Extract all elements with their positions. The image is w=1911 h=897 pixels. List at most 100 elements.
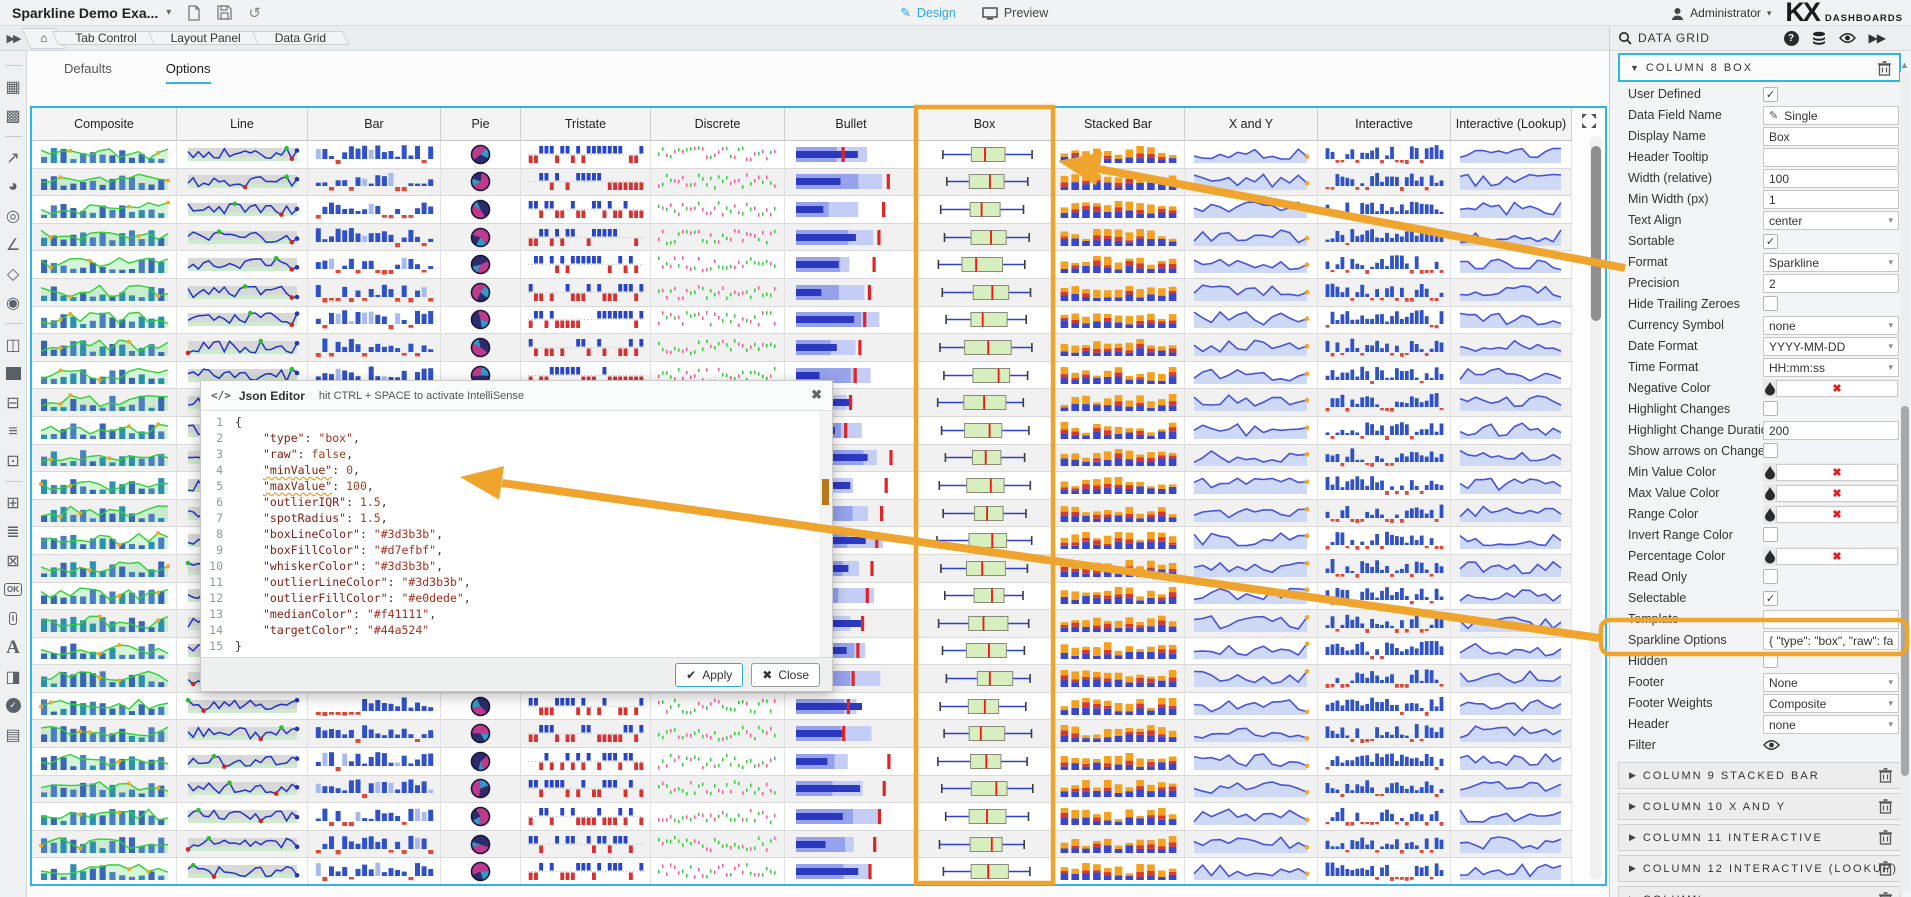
cell-xy-sparkline[interactable] [1185, 858, 1318, 884]
cell-composite-sparkline[interactable] [32, 527, 177, 555]
cell-lookup-sparkline[interactable] [1451, 334, 1572, 362]
cell-box-sparkline[interactable] [918, 831, 1052, 859]
cell-stackedbar-sparkline[interactable] [1052, 693, 1185, 721]
cell-lookup-sparkline[interactable] [1451, 555, 1572, 583]
json-code-editor[interactable]: 1{2"type": "box",3"raw": false,4"minValu… [201, 411, 832, 657]
cell-line-sparkline[interactable] [177, 693, 308, 721]
cell-tristate-sparkline[interactable] [521, 776, 651, 804]
width-relative-input[interactable]: 100 [1763, 169, 1899, 188]
cell-pie-sparkline[interactable] [441, 141, 521, 169]
cell-composite-sparkline[interactable] [32, 362, 177, 390]
column-header-bar[interactable]: Bar [308, 108, 441, 141]
cell-bullet-sparkline[interactable] [785, 141, 918, 169]
undo-button[interactable]: ↺ [248, 4, 261, 22]
cell-box-sparkline[interactable] [918, 224, 1052, 252]
cell-composite-sparkline[interactable] [32, 141, 177, 169]
grid-row[interactable] [32, 693, 1572, 721]
panel-scrollbar[interactable] [1900, 72, 1910, 892]
section-column-9-stacked-bar[interactable]: ▶COLUMN 9 STACKED BAR [1618, 762, 1901, 789]
code-line[interactable]: 12"outlierFillColor": "#e0dede", [201, 590, 832, 606]
cell-interactive-sparkline[interactable] [1318, 858, 1451, 884]
color-swatch[interactable]: ✖ [1776, 464, 1898, 481]
cell-discrete-sparkline[interactable] [651, 693, 785, 721]
invert-range-color-checkbox[interactable] [1763, 527, 1778, 542]
sidebar-expand-icon[interactable]: ▶▶ [0, 32, 26, 45]
selection-group-icon[interactable]: ⊡ [0, 446, 27, 475]
cell-bullet-sparkline[interactable] [785, 169, 918, 197]
cell-lookup-sparkline[interactable] [1451, 362, 1572, 390]
cell-pie-sparkline[interactable] [441, 858, 521, 884]
cell-bar-sparkline[interactable] [308, 196, 441, 224]
cell-box-sparkline[interactable] [918, 527, 1052, 555]
cell-line-sparkline[interactable] [177, 858, 308, 884]
cell-lookup-sparkline[interactable] [1451, 693, 1572, 721]
cell-xy-sparkline[interactable] [1185, 472, 1318, 500]
tab-defaults[interactable]: Defaults [64, 61, 112, 84]
grid-row[interactable] [32, 803, 1572, 831]
cell-composite-sparkline[interactable] [32, 196, 177, 224]
cell-bar-sparkline[interactable] [308, 693, 441, 721]
cell-tristate-sparkline[interactable] [521, 141, 651, 169]
help-icon[interactable]: ? [1784, 31, 1799, 46]
user-menu[interactable]: Administrator ▾ [1671, 6, 1771, 20]
cell-stackedbar-sparkline[interactable] [1052, 251, 1185, 279]
cell-lookup-sparkline[interactable] [1451, 307, 1572, 335]
cell-box-sparkline[interactable] [918, 251, 1052, 279]
check-circle-icon[interactable]: ✓ [0, 691, 27, 720]
precision-input[interactable]: 2 [1763, 274, 1899, 293]
color-swatch[interactable]: ✖ [1776, 485, 1898, 502]
cell-bullet-sparkline[interactable] [785, 693, 918, 721]
cell-discrete-sparkline[interactable] [651, 334, 785, 362]
cell-stackedbar-sparkline[interactable] [1052, 417, 1185, 445]
code-line[interactable]: 3"raw": false, [201, 446, 832, 462]
cell-lookup-sparkline[interactable] [1451, 417, 1572, 445]
cell-xy-sparkline[interactable] [1185, 748, 1318, 776]
cell-interactive-sparkline[interactable] [1318, 583, 1451, 611]
cell-pie-sparkline[interactable] [441, 776, 521, 804]
dashboard-title[interactable]: Sparkline Demo Exa... [12, 5, 158, 21]
cell-box-sparkline[interactable] [918, 693, 1052, 721]
cell-tristate-sparkline[interactable] [521, 748, 651, 776]
column-header-interactive[interactable]: Interactive [1318, 108, 1451, 141]
cell-stackedbar-sparkline[interactable] [1052, 389, 1185, 417]
breadcrumb-item-tab-control[interactable]: Tab Control [55, 31, 156, 45]
min-value-color-picker[interactable]: ✖ [1763, 463, 1899, 482]
cell-composite-sparkline[interactable] [32, 389, 177, 417]
cell-interactive-sparkline[interactable] [1318, 445, 1451, 473]
cell-composite-sparkline[interactable] [32, 831, 177, 859]
panel-scroll-up-icon[interactable]: ▲ [1900, 60, 1909, 70]
grid-row[interactable] [32, 224, 1572, 252]
column-header-pie[interactable]: Pie [441, 108, 521, 141]
chevron-down-icon[interactable]: ▾ [166, 7, 171, 18]
percentage-color-picker[interactable]: ✖ [1763, 547, 1899, 566]
close-icon[interactable]: ✖ [811, 387, 822, 403]
cell-interactive-sparkline[interactable] [1318, 169, 1451, 197]
cell-discrete-sparkline[interactable] [651, 169, 785, 197]
cell-box-sparkline[interactable] [918, 748, 1052, 776]
grid-row[interactable] [32, 858, 1572, 884]
cell-composite-sparkline[interactable] [32, 417, 177, 445]
cell-xy-sparkline[interactable] [1185, 610, 1318, 638]
code-line[interactable]: 9"boxFillColor": "#d7efbf", [201, 542, 832, 558]
cell-discrete-sparkline[interactable] [651, 720, 785, 748]
cell-stackedbar-sparkline[interactable] [1052, 224, 1185, 252]
cell-pie-sparkline[interactable] [441, 279, 521, 307]
tab-control-icon[interactable]: ⊟ [0, 388, 27, 417]
cell-composite-sparkline[interactable] [32, 251, 177, 279]
cell-discrete-sparkline[interactable] [651, 224, 785, 252]
cell-pie-sparkline[interactable] [441, 720, 521, 748]
maximize-icon[interactable] [1581, 113, 1597, 129]
cell-bar-sparkline[interactable] [308, 279, 441, 307]
tab-options[interactable]: Options [166, 61, 211, 84]
calendar-icon[interactable]: ▤ [0, 720, 27, 749]
section-column-8-box[interactable]: ▼ COLUMN 8 BOX [1618, 53, 1901, 82]
cell-xy-sparkline[interactable] [1185, 417, 1318, 445]
cell-interactive-sparkline[interactable] [1318, 638, 1451, 666]
cell-lookup-sparkline[interactable] [1451, 445, 1572, 473]
cell-interactive-sparkline[interactable] [1318, 803, 1451, 831]
cell-bar-sparkline[interactable] [308, 334, 441, 362]
cell-box-sparkline[interactable] [918, 279, 1052, 307]
cell-bullet-sparkline[interactable] [785, 803, 918, 831]
cell-tristate-sparkline[interactable] [521, 169, 651, 197]
cell-bullet-sparkline[interactable] [785, 279, 918, 307]
